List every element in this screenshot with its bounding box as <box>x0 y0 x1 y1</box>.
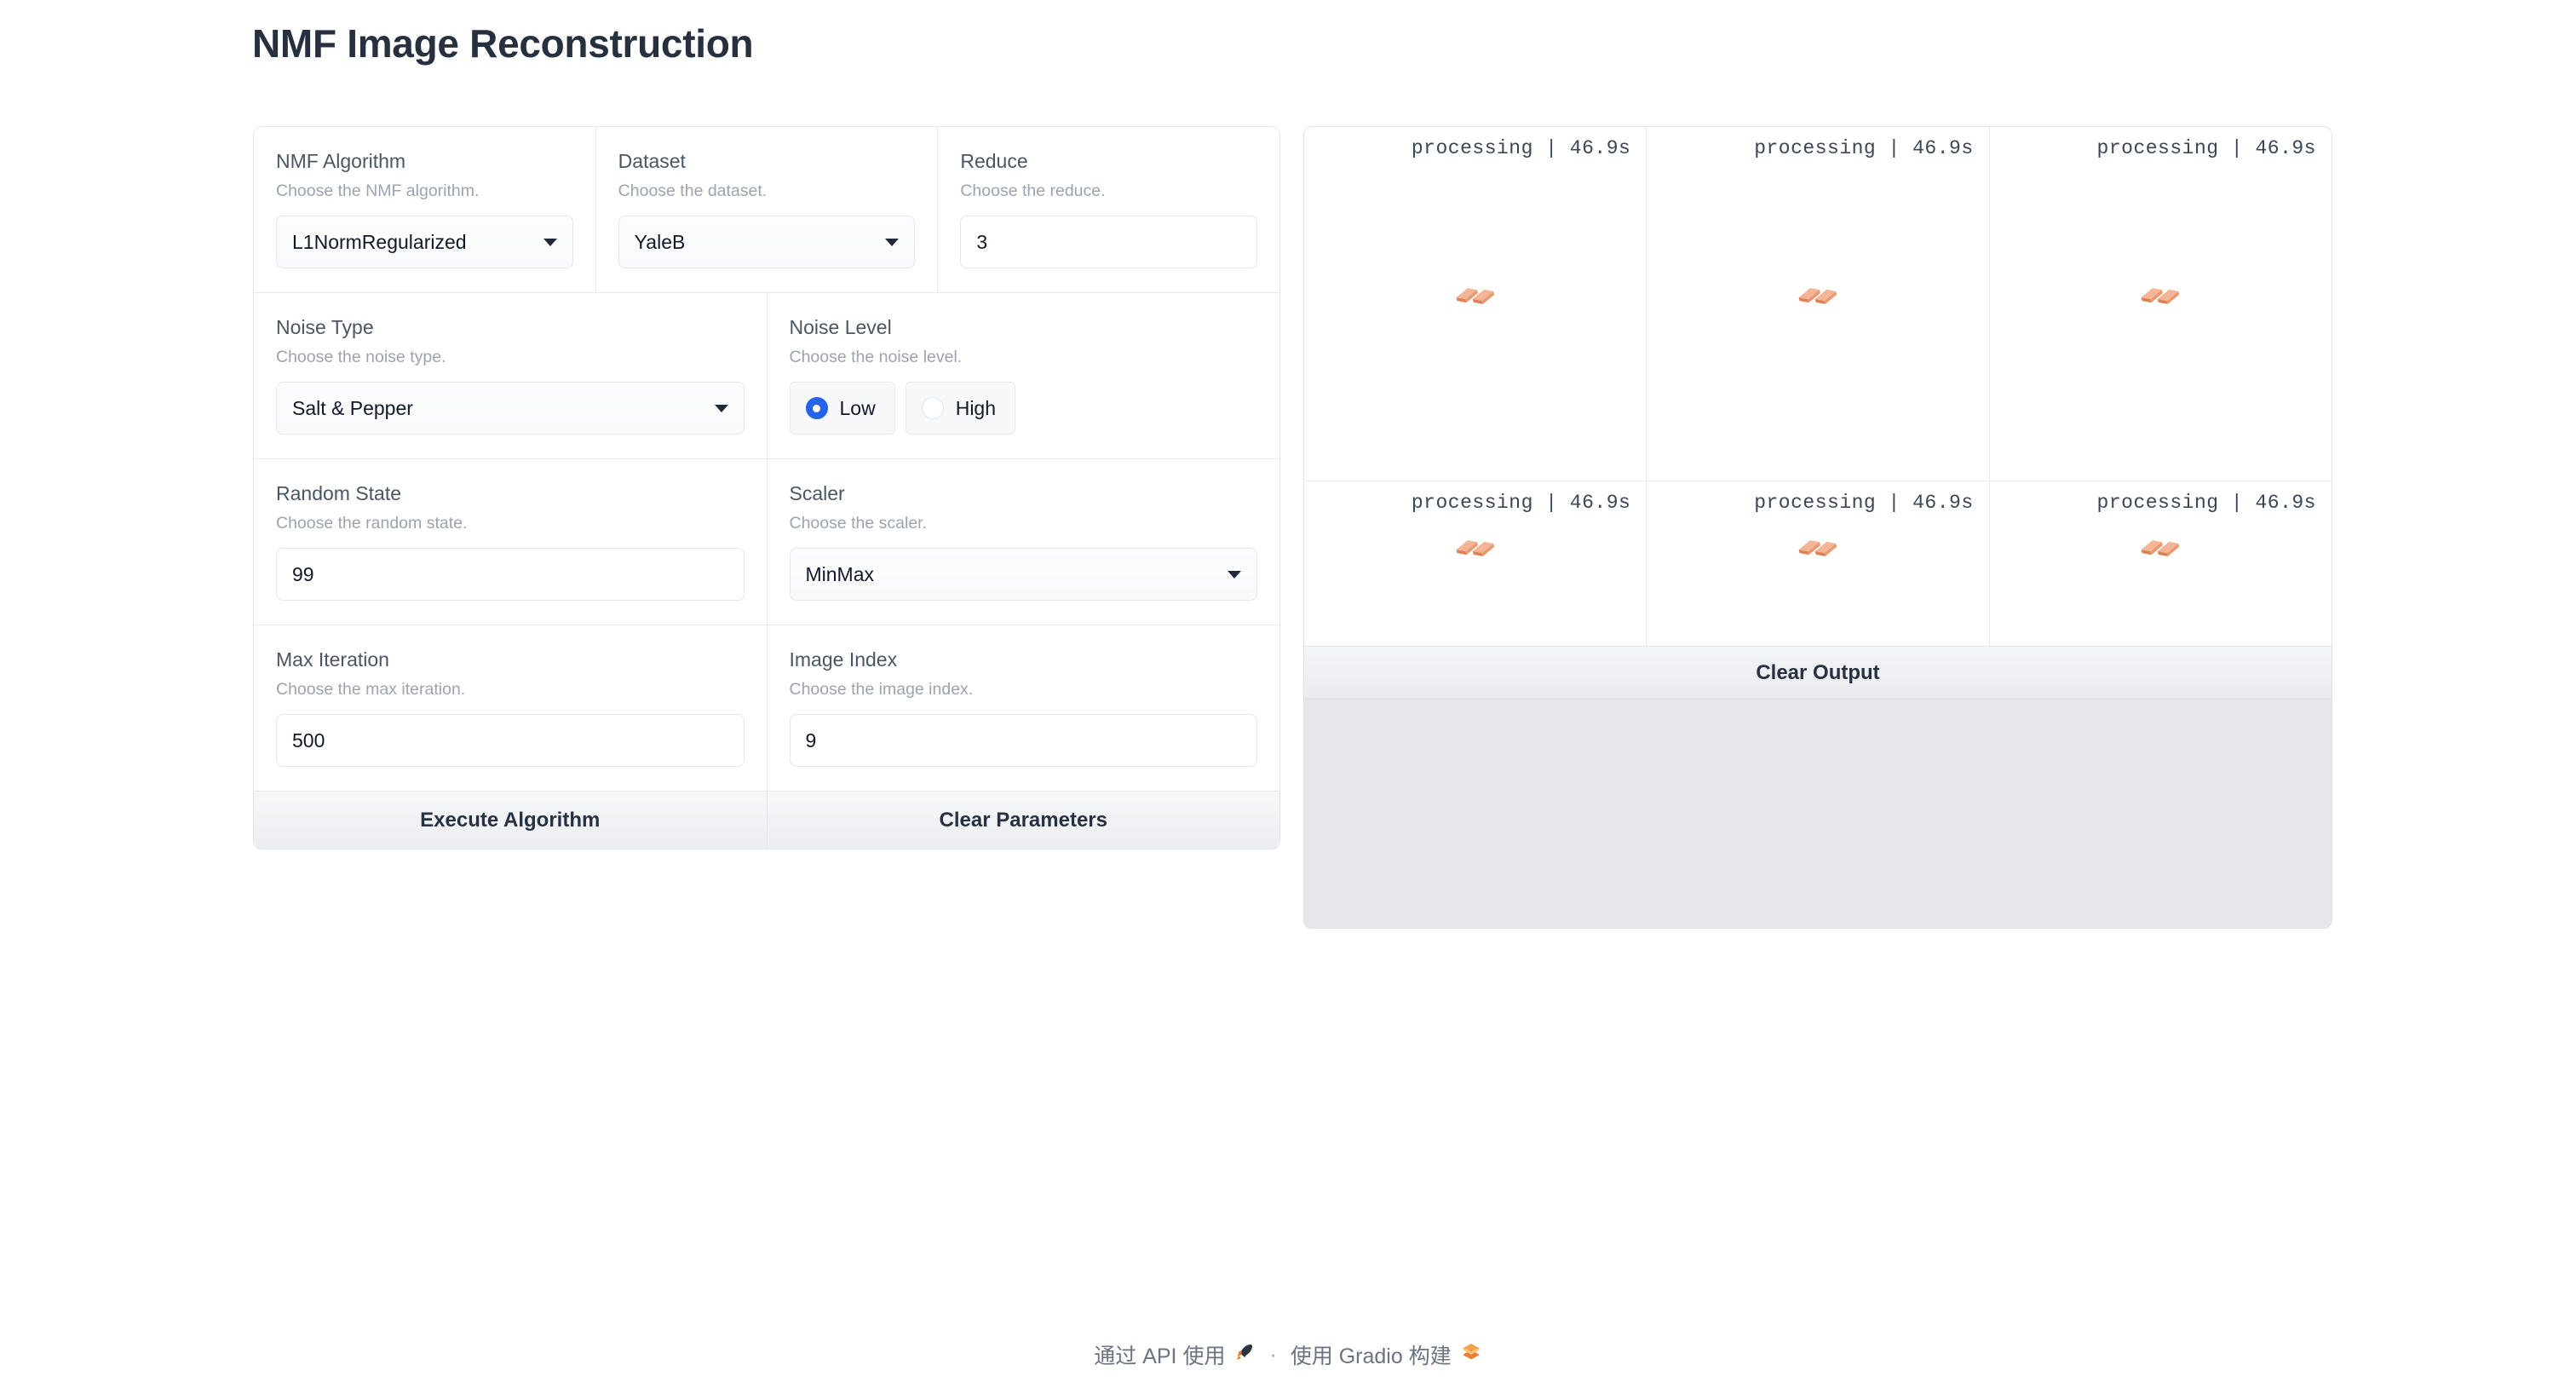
parameters-button-row: Execute Algorithm Clear Parameters <box>254 792 1279 849</box>
gradio-app: NMF Image Reconstruction NMF Algorithm C… <box>0 0 2576 1382</box>
rocket-icon <box>1233 1341 1256 1369</box>
image-index-value: 9 <box>805 728 817 751</box>
execute-algorithm-button[interactable]: Execute Algorithm <box>254 792 768 849</box>
param-label: Random State <box>276 482 402 505</box>
processing-status: processing | 46.9s <box>1754 137 1974 159</box>
nmf-algorithm-dropdown[interactable]: L1NormRegularized <box>276 216 573 269</box>
param-label: NMF Algorithm <box>276 150 406 172</box>
param-info: Choose the noise level. <box>789 347 963 366</box>
processing-status: processing | 46.9s <box>2096 492 2316 514</box>
param-noise-level: Noise Level Choose the noise level. Low … <box>768 293 1280 458</box>
output-panel: processing | 46.9s processing | 46.9s pr… <box>1303 126 2332 929</box>
gallery-cell[interactable]: processing | 46.9s <box>1989 481 2332 646</box>
parameters-panel: NMF Algorithm Choose the NMF algorithm. … <box>253 126 1280 850</box>
nmf-algorithm-value: L1NormRegularized <box>292 230 467 253</box>
output-gallery: processing | 46.9s processing | 46.9s pr… <box>1304 127 2332 647</box>
clear-parameters-button[interactable]: Clear Parameters <box>767 792 1279 849</box>
param-info: Choose the max iteration. <box>276 680 466 700</box>
param-label: Max Iteration <box>276 648 389 671</box>
scaler-value: MinMax <box>805 562 875 585</box>
parameter-row: Noise Type Choose the noise type. Salt &… <box>254 293 1280 460</box>
image-index-input[interactable]: 9 <box>789 714 1257 768</box>
noise-type-value: Salt & Pepper <box>292 396 413 419</box>
param-max-iteration: Max Iteration Choose the max iteration. … <box>254 625 768 792</box>
noise-type-dropdown[interactable]: Salt & Pepper <box>276 382 745 435</box>
parameter-row: NMF Algorithm Choose the NMF algorithm. … <box>254 127 1279 294</box>
noise-level-option-high[interactable]: High <box>905 382 1016 435</box>
param-label: Image Index <box>789 648 898 671</box>
gallery-row: processing | 46.9s processing | 46.9s pr… <box>1304 127 2332 481</box>
footer: 通过 API 使用 · 使用 Gradio 构建 <box>0 1339 2576 1370</box>
processing-status: processing | 46.9s <box>1411 492 1631 514</box>
chevron-down-icon <box>714 404 728 412</box>
param-nmf-algorithm: NMF Algorithm Choose the NMF algorithm. … <box>254 127 596 293</box>
built-with-gradio-link[interactable]: 使用 Gradio 构建 <box>1291 1339 1452 1370</box>
parameter-row: Random State Choose the random state. 99… <box>254 459 1280 626</box>
dataset-dropdown[interactable]: YaleB <box>618 216 916 269</box>
clear-output-button[interactable]: Clear Output <box>1304 647 2332 700</box>
processing-status: processing | 46.9s <box>1411 137 1631 159</box>
footer-separator: · <box>1269 1342 1277 1367</box>
gallery-cell[interactable]: processing | 46.9s <box>1989 127 2332 481</box>
param-reduce: Reduce Choose the reduce. 3 <box>938 127 1279 292</box>
param-dataset: Dataset Choose the dataset. YaleB <box>596 127 939 293</box>
max-iteration-input[interactable]: 500 <box>276 714 745 768</box>
loading-icon <box>1796 534 1840 563</box>
noise-level-option-label: Low <box>839 396 876 419</box>
radio-selected-icon <box>805 397 828 420</box>
noise-level-radio-group: Low High <box>789 382 1258 435</box>
param-scaler: Scaler Choose the scaler. MinMax <box>768 459 1280 625</box>
param-label: Reduce <box>960 150 1028 172</box>
scaler-dropdown[interactable]: MinMax <box>789 548 1257 602</box>
chevron-down-icon <box>885 238 900 246</box>
chevron-down-icon <box>1228 570 1241 579</box>
use-via-api-link[interactable]: 通过 API 使用 <box>1094 1339 1225 1370</box>
gallery-row: processing | 46.9s processing | 46.9s pr… <box>1304 481 2332 646</box>
reduce-value: 3 <box>976 230 988 253</box>
noise-level-option-label: High <box>955 396 997 419</box>
max-iteration-value: 500 <box>292 728 325 751</box>
parameter-row: Max Iteration Choose the max iteration. … <box>254 625 1279 792</box>
page-title: NMF Image Reconstruction <box>252 21 754 66</box>
param-info: Choose the noise type. <box>276 347 446 366</box>
output-placeholder-area <box>1304 700 2332 928</box>
param-info: Choose the image index. <box>789 680 974 700</box>
processing-status: processing | 46.9s <box>2096 137 2316 159</box>
processing-status: processing | 46.9s <box>1754 492 1974 514</box>
param-info: Choose the NMF algorithm. <box>276 181 480 200</box>
param-label: Dataset <box>618 150 686 172</box>
gallery-cell[interactable]: processing | 46.9s <box>1647 127 1990 481</box>
radio-unselected-icon <box>921 397 944 420</box>
loading-icon <box>1453 534 1498 563</box>
param-random-state: Random State Choose the random state. 99 <box>254 459 768 625</box>
param-image-index: Image Index Choose the image index. 9 <box>768 625 1280 791</box>
param-info: Choose the reduce. <box>960 181 1106 200</box>
chevron-down-icon <box>543 238 557 246</box>
reduce-input[interactable]: 3 <box>960 216 1258 269</box>
random-state-input[interactable]: 99 <box>276 548 745 602</box>
gallery-cell[interactable]: processing | 46.9s <box>1304 481 1647 646</box>
gradio-logo-icon <box>1460 1341 1482 1369</box>
dataset-value: YaleB <box>634 230 686 253</box>
loading-icon <box>1453 282 1498 311</box>
param-label: Noise Level <box>789 316 892 339</box>
param-info: Choose the dataset. <box>618 181 768 200</box>
gallery-cell[interactable]: processing | 46.9s <box>1647 481 1990 646</box>
param-noise-type: Noise Type Choose the noise type. Salt &… <box>254 293 768 459</box>
loading-icon <box>1796 282 1840 311</box>
noise-level-option-low[interactable]: Low <box>789 382 895 435</box>
param-label: Noise Type <box>276 316 374 339</box>
param-info: Choose the random state. <box>276 513 468 533</box>
random-state-value: 99 <box>292 562 314 585</box>
param-label: Scaler <box>789 482 845 505</box>
loading-icon <box>2138 534 2182 563</box>
loading-icon <box>2138 282 2182 311</box>
gallery-cell[interactable]: processing | 46.9s <box>1304 127 1647 481</box>
param-info: Choose the scaler. <box>789 513 928 533</box>
